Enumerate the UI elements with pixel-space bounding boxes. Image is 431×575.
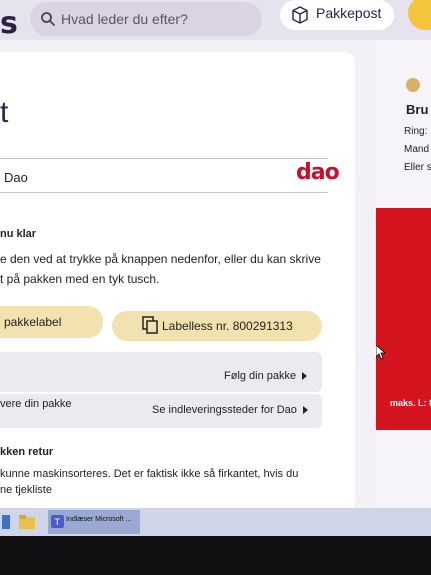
dropoff-link[interactable]: Se indleveringssteder for Dao (152, 404, 308, 416)
divider (0, 192, 328, 193)
help-icon (406, 78, 420, 92)
deliver-text: vere din pakke (0, 398, 72, 410)
ad-text: maks. L: 8 (390, 398, 431, 408)
package-icon (292, 6, 308, 24)
chevron-right-icon (302, 406, 308, 415)
chevron-right-icon (302, 372, 308, 381)
labelless-button[interactable]: Labelless nr. 800291313 (112, 311, 322, 341)
taskbar-edge-icon (2, 515, 10, 529)
site-header: s Hvad leder du efter? Pakkepost (0, 0, 431, 41)
monitor-bezel (0, 536, 431, 575)
instructions-line-1: e den ved at trykke på knappen nedenfor,… (0, 252, 321, 266)
sidebar-line-1: Ring: (404, 126, 428, 137)
print-label-text: pakkelabel (4, 315, 62, 329)
follow-package-link[interactable]: Følg din pakke (224, 370, 308, 382)
return-title: kken retur (0, 446, 54, 458)
folder-icon[interactable] (18, 512, 36, 532)
copy-icon (142, 316, 158, 334)
carrier-label: Dao (4, 170, 28, 185)
print-label-button[interactable]: pakkelabel (0, 306, 103, 338)
sidebar-title: Bru (406, 102, 429, 117)
sidebar-line-2: Mand (404, 144, 430, 155)
search-icon (41, 12, 55, 26)
section-title: nu klar (0, 228, 37, 240)
divider (0, 158, 328, 159)
instructions-line-2: t på pakken med en tyk tusch. (0, 272, 160, 286)
sidebar-line-3: Eller s (404, 162, 431, 173)
page-title: t (0, 96, 9, 129)
follow-package-row[interactable]: Følg din pakke (0, 352, 322, 392)
search-input[interactable]: Hvad leder du efter? (30, 2, 262, 36)
taskbar-app-label: Indlæser Microsoft ... (66, 516, 132, 523)
search-placeholder: Hvad leder du efter? (61, 11, 188, 27)
pakkepost-label: Pakkepost (316, 5, 382, 21)
ad-banner[interactable]: maks. L: 8 (376, 208, 431, 430)
taskbar-app-teams[interactable]: T Indlæser Microsoft ... (48, 510, 140, 534)
teams-icon: T (51, 515, 64, 528)
pakkepost-button[interactable]: Pakkepost (280, 0, 394, 30)
dropoff-row: vere din pakke Se indleveringssteder for… (0, 394, 322, 428)
return-line-1: kunne maskinsorteres. Det er faktisk ikk… (0, 468, 299, 480)
svg-text:T: T (55, 517, 61, 527)
mouse-cursor-icon (376, 345, 386, 359)
site-logo[interactable]: s (0, 6, 18, 41)
menu-button[interactable] (408, 0, 431, 30)
browser-viewport: s Hvad leder du efter? Pakkepost t Dao d… (0, 0, 431, 508)
dao-logo: dao (296, 160, 340, 185)
return-line-2: ne tjekliste (0, 484, 52, 496)
windows-taskbar: T Indlæser Microsoft ... (0, 508, 431, 536)
labelless-number: Labelless nr. 800291313 (162, 319, 293, 333)
